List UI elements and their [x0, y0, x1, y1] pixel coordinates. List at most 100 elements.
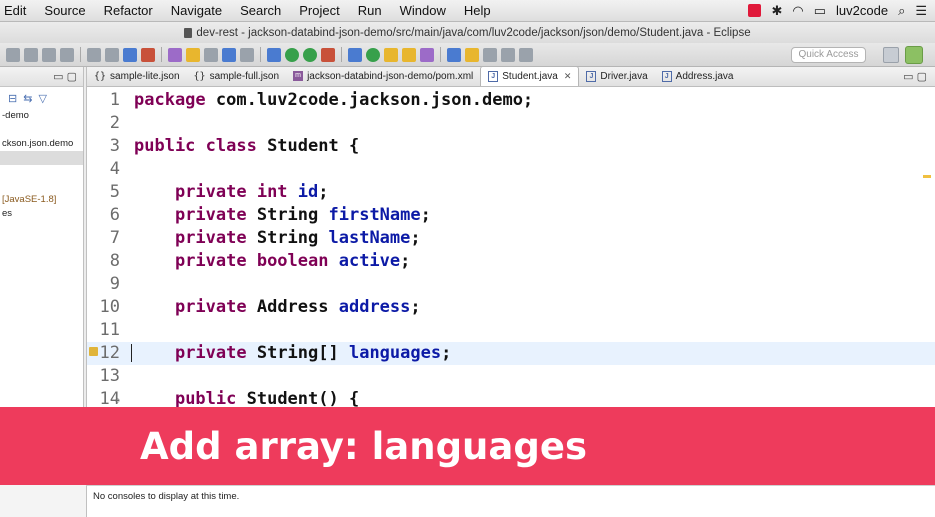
tree-item[interactable]	[0, 179, 83, 193]
tree-item-selected[interactable]	[0, 151, 83, 165]
skip-breakpoints-icon[interactable]	[87, 47, 101, 62]
annotation-next-icon[interactable]	[447, 47, 461, 62]
tab-student-java[interactable]: J Student.java ✕	[480, 66, 580, 86]
menu-refactor[interactable]: Refactor	[95, 3, 162, 18]
external-tools-icon[interactable]	[321, 47, 335, 62]
macos-menu-bar: Edit Source Refactor Navigate Search Pro…	[0, 0, 935, 22]
line-number: 8	[109, 251, 120, 271]
tree-item-dependencies[interactable]: es	[0, 207, 83, 221]
code-line[interactable]: 12 private String[] languages;	[87, 342, 935, 365]
tab-sample-lite-json[interactable]: {} sample-lite.json	[87, 66, 187, 86]
open-package-icon[interactable]	[402, 47, 416, 62]
code-line[interactable]: 5 private int id;	[87, 181, 935, 204]
annotation-previous-icon[interactable]	[465, 47, 479, 62]
debug-icon[interactable]	[267, 47, 281, 62]
wifi-icon[interactable]: ◠	[792, 3, 803, 19]
tab-sample-full-json[interactable]: {} sample-full.json	[187, 66, 287, 86]
caption-banner: Add array: languages	[0, 407, 935, 485]
last-edit-icon[interactable]	[483, 47, 497, 62]
tab-address-java[interactable]: J Address.java	[655, 66, 741, 86]
tab-pom-xml[interactable]: m jackson-databind-json-demo/pom.xml	[286, 66, 480, 86]
code-line[interactable]: 8 private boolean active;	[87, 250, 935, 273]
quick-access-input[interactable]: Quick Access	[791, 47, 866, 63]
code-area[interactable]: 1 package com.luv2code.jackson.json.demo;…	[87, 87, 935, 409]
text-cursor	[131, 344, 132, 362]
highlight-icon[interactable]	[186, 47, 200, 62]
new-icon[interactable]	[6, 47, 20, 62]
open-perspective-icon[interactable]	[883, 47, 899, 63]
keyword-token: private	[174, 343, 257, 363]
user-menu[interactable]: luv2code	[836, 3, 888, 18]
open-task-icon[interactable]	[240, 47, 254, 62]
field-token: firstName	[328, 205, 421, 225]
coverage-icon[interactable]	[303, 47, 317, 62]
menu-source[interactable]: Source	[35, 3, 94, 18]
back-icon[interactable]	[501, 47, 515, 62]
search-icon[interactable]	[420, 47, 434, 62]
menu-help[interactable]: Help	[455, 3, 500, 18]
link-with-editor-icon[interactable]: ⇆	[23, 92, 32, 105]
tab-driver-java[interactable]: J Driver.java	[579, 66, 654, 86]
new-java-project-icon[interactable]	[348, 47, 362, 62]
tree-item-package[interactable]: ckson.json.demo	[0, 137, 83, 151]
line-number: 11	[99, 320, 120, 340]
open-folder-icon[interactable]	[384, 47, 398, 62]
tree-item-jre-library[interactable]: [JavaSE-1.8]	[0, 193, 83, 207]
save-all-icon[interactable]	[42, 47, 56, 62]
code-line[interactable]: 1 package com.luv2code.jackson.json.demo;	[87, 89, 935, 112]
code-line[interactable]: 13	[87, 365, 935, 388]
code-line[interactable]: 10 private Address address;	[87, 296, 935, 319]
code-editor: {} sample-lite.json {} sample-full.json …	[86, 66, 935, 409]
collapse-all-icon[interactable]: ⊟	[8, 92, 17, 105]
run-icon[interactable]	[285, 47, 299, 62]
drop-to-frame-icon[interactable]	[105, 47, 119, 62]
menu-window[interactable]: Window	[391, 3, 455, 18]
use-step-filters-icon[interactable]	[123, 47, 137, 62]
console-message: No consoles to display at this time.	[93, 491, 240, 502]
menu-run[interactable]: Run	[349, 3, 391, 18]
left-panel-bottom	[0, 485, 86, 517]
close-tab-icon[interactable]: ✕	[564, 71, 572, 82]
line-number: 10	[99, 297, 120, 317]
keyword-token: private boolean	[174, 251, 339, 271]
code-line[interactable]: 4	[87, 158, 935, 181]
tab-label: Address.java	[675, 70, 734, 82]
minimize-maximize-icon[interactable]: ▭ ▢	[53, 70, 77, 83]
console-view: No consoles to display at this time.	[86, 485, 935, 517]
toggle-block-selection-icon[interactable]	[168, 47, 182, 62]
code-line[interactable]: 9	[87, 273, 935, 296]
code-line[interactable]: 7 private String lastName;	[87, 227, 935, 250]
code-line[interactable]: 3 public class Student {	[87, 135, 935, 158]
keyword-token: private	[174, 297, 257, 317]
menu-navigate[interactable]: Navigate	[162, 3, 231, 18]
code-line[interactable]: 6 private String firstName;	[87, 204, 935, 227]
menu-edit[interactable]: Edit	[0, 3, 35, 18]
bluetooth-icon[interactable]: ✱	[771, 3, 782, 19]
toggle-mark-occurrences-icon[interactable]	[141, 47, 155, 62]
tree-item[interactable]	[0, 165, 83, 179]
new-java-class-icon[interactable]	[366, 47, 380, 62]
print-icon[interactable]	[60, 47, 74, 62]
save-icon[interactable]	[24, 47, 38, 62]
view-menu-icon[interactable]: ▽	[38, 92, 46, 105]
screen-recording-icon[interactable]	[748, 4, 762, 17]
java-ee-perspective-icon[interactable]	[905, 46, 923, 64]
code-line[interactable]: 2	[87, 112, 935, 135]
show-whitespace-icon[interactable]	[204, 47, 218, 62]
code-token: com.luv2code.jackson.json.demo;	[215, 90, 534, 110]
menu-project[interactable]: Project	[290, 3, 348, 18]
tree-item-project[interactable]: -demo	[0, 109, 83, 123]
notification-center-icon[interactable]: ☰	[915, 3, 927, 19]
minimize-maximize-icon[interactable]: ▭ ▢	[903, 70, 927, 83]
menu-search[interactable]: Search	[231, 3, 290, 18]
code-line[interactable]: 11	[87, 319, 935, 342]
tab-label: jackson-databind-json-demo/pom.xml	[307, 70, 474, 82]
forward-icon[interactable]	[519, 47, 533, 62]
code-token: String	[256, 228, 329, 248]
line-number: 5	[109, 182, 120, 202]
spotlight-search-icon[interactable]: ⌕	[898, 3, 905, 19]
tree-item-spacer	[0, 123, 83, 137]
open-type-icon[interactable]	[222, 47, 236, 62]
battery-icon[interactable]: ▭	[814, 3, 826, 19]
